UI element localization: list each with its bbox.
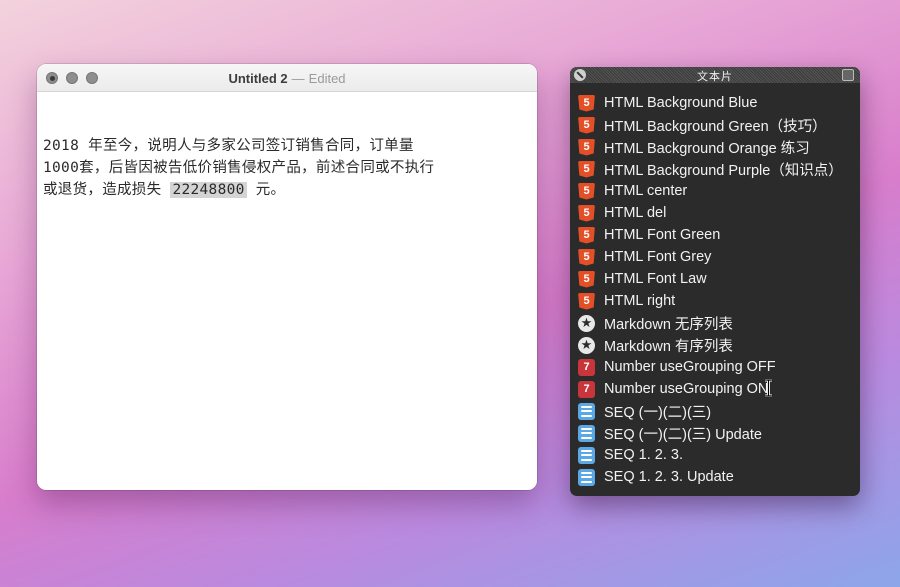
text-editor-window: Untitled 2— Edited 2018 年至今，说明人与多家公司签订销售合… [37,64,537,490]
snippet-item[interactable]: 7 Number useGrouping OFF [578,356,843,378]
doc-line-3-post: 元。 [246,182,286,198]
snippet-item[interactable]: 5 HTML del [578,202,843,224]
snippet-label: SEQ (一)(二)(三) Update [604,426,762,443]
snippet-item[interactable]: 5 HTML Font Green [578,224,843,246]
snippet-label: HTML Background Blue [604,95,758,111]
snippet-label: SEQ (一)(二)(三) [604,404,712,421]
snippet-item[interactable]: 5 HTML Background Blue [578,92,843,114]
snippet-item[interactable]: 5 HTML Font Law [578,268,843,290]
html5-icon: 5 [578,94,595,112]
document-body[interactable]: 2018 年至今，说明人与多家公司签订销售合同，订单量 1000套，后皆因被告低… [43,135,523,201]
list-icon [578,402,595,420]
snippet-item[interactable]: 7 Number useGrouping ON [578,378,843,400]
snippet-label: HTML right [604,293,676,309]
snippet-item[interactable]: SEQ (一)(二)(三) Update [578,422,843,444]
html5-icon: 5 [578,270,595,288]
selected-amount[interactable]: 22248800 [170,182,247,198]
snippet-label: Markdown 有序列表 [604,338,733,355]
snippet-item[interactable]: SEQ (一)(二)(三) [578,400,843,422]
markdown-star-icon: ★ [578,314,595,332]
snippet-label: HTML Font Green [604,227,721,243]
html5-icon: 5 [578,182,595,200]
html5-icon: 5 [578,116,595,134]
panel-title-bar[interactable]: 文本片 [570,67,860,83]
snippet-label: HTML Background Purple（知识点） [604,162,843,179]
html5-icon: 5 [578,292,595,310]
snippet-label: HTML Background Green（技巧） [604,118,827,135]
doc-line-3: 或退货，造成损失 22248800 元。 [43,179,523,201]
snippet-item[interactable]: ★ Markdown 无序列表 [578,312,843,334]
list-icon [578,424,595,442]
snippet-label: Markdown 无序列表 [604,316,733,333]
html5-icon: 5 [578,138,595,156]
list-icon [578,446,595,464]
panel-collapse-button[interactable] [842,69,854,81]
snippet-item[interactable]: 5 HTML Background Orange 练习 [578,136,843,158]
snippet-label: HTML Background Orange 练习 [604,140,810,157]
snippet-item[interactable]: 5 HTML Font Grey [578,246,843,268]
doc-line-2: 1000套，后皆因被告低价销售侵权产品，前述合同或不执行 [43,160,435,176]
html5-icon: 5 [578,226,595,244]
list-icon [578,468,595,486]
html5-icon: 5 [578,204,595,222]
window-title: Untitled 2— Edited [37,71,537,86]
doc-line-1: 2018 年至今，说明人与多家公司签订销售合同，订单量 [43,138,414,154]
snippet-item[interactable]: ★ Markdown 有序列表 [578,334,843,356]
snippet-label: HTML center [604,183,688,199]
edited-status: Edited [308,71,346,86]
snippet-item[interactable]: 5 HTML right [578,290,843,312]
markdown-star-icon: ★ [578,336,595,354]
doc-line-3-pre: 或退货，造成损失 [43,182,171,198]
document-name: Untitled 2 [228,71,288,86]
title-separator: — [291,71,305,86]
snippet-item[interactable]: SEQ 1. 2. 3. Update [578,466,843,488]
snippet-panel: 文本片 5 HTML Background Blue 5 HTML Backgroun… [570,67,860,496]
panel-title: 文本片 [697,71,733,83]
snippet-list: 5 HTML Background Blue 5 HTML Background Gr… [578,92,843,488]
title-bar[interactable]: Untitled 2— Edited [37,64,537,92]
snippet-item[interactable]: 5 HTML Background Purple（知识点） [578,158,843,180]
snippet-label: HTML del [604,205,667,221]
number-7-icon: 7 [578,358,595,376]
snippet-label: Number useGrouping ON [604,381,769,397]
snippet-label: HTML Font Law [604,271,707,287]
snippet-label: SEQ 1. 2. 3. [604,447,683,463]
html5-icon: 5 [578,248,595,266]
number-7-icon: 7 [578,380,595,398]
snippet-label: HTML Font Grey [604,249,712,265]
snippet-label: Number useGrouping OFF [604,359,776,375]
snippet-label: SEQ 1. 2. 3. Update [604,469,734,485]
html5-icon: 5 [578,160,595,178]
snippet-item[interactable]: SEQ 1. 2. 3. [578,444,843,466]
snippet-item[interactable]: 5 HTML Background Green（技巧） [578,114,843,136]
snippet-item[interactable]: 5 HTML center [578,180,843,202]
ibeam-cursor-icon [765,379,772,397]
